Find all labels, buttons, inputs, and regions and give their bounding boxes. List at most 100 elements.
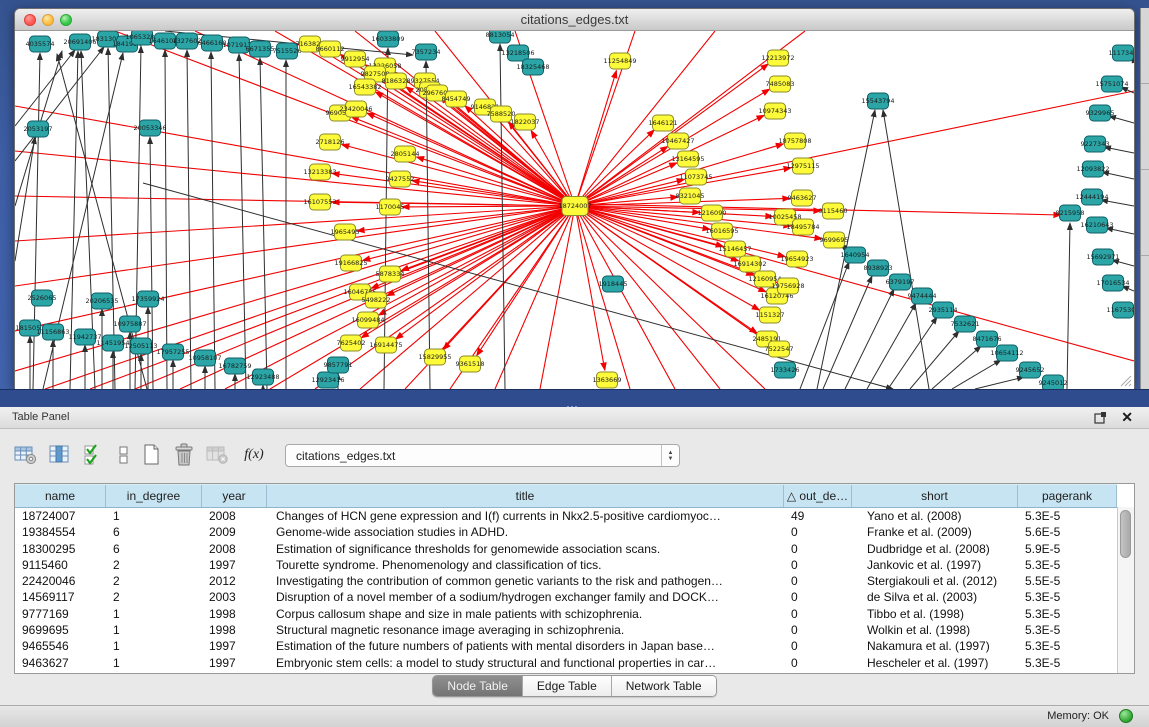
graph-node-label: 17957255 (156, 348, 189, 356)
import-table-button-disabled (204, 441, 232, 469)
graph-edge[interactable] (165, 50, 167, 389)
table-cell: 18300295 (15, 541, 106, 557)
network-svg[interactable]: 4035574206914061831305418419541065328716… (15, 31, 1134, 389)
graph-edge[interactable] (15, 137, 35, 261)
table-cell: 19384554 (15, 524, 106, 540)
table-cell: Estimation of the future numbers of pati… (267, 638, 784, 654)
tab-node-table[interactable]: Node Table (433, 676, 523, 696)
graph-edge[interactable] (867, 303, 916, 389)
table-cell: 18724007 (15, 508, 106, 524)
graph-edge[interactable] (932, 346, 981, 389)
table-row[interactable]: 911546021997Tourette syndrome. Phenomeno… (15, 557, 1117, 573)
select-column-button[interactable] (46, 441, 74, 469)
float-panel-icon[interactable] (1094, 411, 1107, 424)
column-header-4[interactable]: △ out_de… (784, 485, 852, 507)
function-builder-button[interactable]: f(x) (240, 441, 268, 469)
column-header-3[interactable]: title (267, 485, 784, 507)
graph-edge[interactable] (379, 206, 575, 315)
graph-node-label: 2805144 (391, 150, 420, 158)
table-cell: 5.5E-5 (1018, 573, 1117, 589)
graph-node-label: 7357234 (412, 48, 441, 56)
table-row[interactable]: 1938455462009Genome-wide association stu… (15, 524, 1117, 540)
graph-edge[interactable] (823, 276, 872, 389)
table-cell: 1997 (202, 557, 267, 573)
table-row[interactable]: 977716911998Corpus callosum shape and si… (15, 606, 1117, 622)
dropdown-stepper-icon: ▲▼ (661, 445, 679, 466)
table-row[interactable]: 1830029562008Estimation of significance … (15, 541, 1117, 557)
graph-edge[interactable] (33, 53, 40, 389)
table-panel-header: Table Panel ✕ (0, 407, 1149, 429)
graph-node-label: 8321045 (676, 192, 705, 200)
window-resize-grip[interactable] (1118, 373, 1132, 387)
table-cell: 0 (784, 589, 852, 605)
table-cell: Nakamura et al. (1997) (852, 638, 1018, 654)
network-canvas[interactable]: 4035574206914061831305418419541065328716… (15, 31, 1134, 389)
table-cell: 9777169 (15, 606, 106, 622)
graph-edge[interactable] (239, 54, 246, 389)
tab-network-table[interactable]: Network Table (612, 676, 716, 696)
scrollbar-thumb[interactable] (1120, 510, 1131, 558)
graph-node-label: 1216090 (698, 209, 727, 217)
graph-edge[interactable] (575, 206, 785, 257)
graph-edge[interactable] (225, 206, 575, 389)
graph-edge[interactable] (270, 206, 575, 389)
table-header-row[interactable]: namein_degreeyeartitle△ out_de…shortpage… (15, 484, 1117, 508)
table-cell: 6 (106, 524, 202, 540)
network-window[interactable]: citations_edges.txt 40355742069140618313… (14, 8, 1135, 389)
graph-edge[interactable] (883, 110, 929, 389)
close-window-button[interactable] (24, 14, 36, 26)
graph-edge[interactable] (845, 289, 894, 389)
graph-node-label: 1170045 (376, 203, 405, 211)
column-header-1[interactable]: in_degree (106, 485, 202, 507)
table-select-dropdown[interactable]: citations_edges.txt ▲▼ (285, 444, 680, 467)
graph-edge[interactable] (15, 106, 575, 206)
column-header-0[interactable]: name (15, 485, 106, 507)
zoom-window-button[interactable] (60, 14, 72, 26)
graph-edge[interactable] (211, 52, 215, 389)
table-row[interactable]: 969969511998Structural magnetic resonanc… (15, 622, 1117, 638)
column-header-6[interactable]: pagerank (1018, 485, 1117, 507)
minimize-window-button[interactable] (42, 14, 54, 26)
graph-edge[interactable] (260, 58, 267, 389)
graph-edge[interactable] (910, 331, 959, 389)
graph-node-label: 7588520 (487, 110, 516, 118)
graph-edge[interactable] (1067, 223, 1070, 389)
clear-selection-button[interactable] (110, 441, 138, 469)
graph-node-label: 11073745 (679, 173, 712, 181)
graph-edge[interactable] (385, 80, 575, 206)
column-header-2[interactable]: year (202, 485, 267, 507)
resize-grip-icon (1118, 373, 1132, 387)
tab-edge-table[interactable]: Edge Table (523, 676, 612, 696)
column-header-5[interactable]: short (852, 485, 1018, 507)
graph-edge[interactable] (45, 206, 575, 389)
graph-edge[interactable] (888, 317, 937, 389)
table-row[interactable]: 1456911722003Disruption of a novel membe… (15, 589, 1117, 605)
graph-edge[interactable] (443, 206, 575, 350)
graph-edge[interactable] (426, 61, 430, 389)
graph-edge[interactable] (575, 206, 769, 343)
network-window-titlebar[interactable]: citations_edges.txt (15, 9, 1134, 31)
graph-edge[interactable] (975, 377, 1024, 389)
app-root: citations_edges.txt 40355742069140618313… (0, 0, 1149, 727)
node-table: namein_degreeyeartitle△ out_de…shortpage… (14, 483, 1135, 674)
delete-table-button[interactable] (170, 441, 198, 469)
table-vertical-scrollbar[interactable] (1117, 507, 1134, 673)
table-row[interactable]: 1872400712008Changes of HCN gene express… (15, 508, 1117, 524)
select-all-button[interactable] (80, 441, 108, 469)
network-window-title: citations_edges.txt (15, 9, 1134, 30)
table-cell: Tourette syndrome. Phenomenology and cla… (267, 557, 784, 573)
table-row[interactable]: 946362711997Embryonic stem cells: a mode… (15, 655, 1117, 671)
graph-edge[interactable] (575, 91, 1134, 206)
table-cell: 5.3E-5 (1018, 638, 1117, 654)
new-table-button[interactable] (138, 441, 166, 469)
close-panel-icon[interactable]: ✕ (1121, 409, 1133, 426)
table-settings-button[interactable] (12, 441, 40, 469)
table-row[interactable]: 2242004622012Investigating the contribut… (15, 573, 1117, 589)
graph-edge[interactable] (575, 206, 675, 389)
table-cell: 2003 (202, 589, 267, 605)
splitter-handle[interactable] (566, 395, 580, 401)
table-cell: 1997 (202, 638, 267, 654)
graph-edge[interactable] (575, 206, 630, 389)
graph-edge[interactable] (187, 50, 191, 389)
table-row[interactable]: 946554611997Estimation of the future num… (15, 638, 1117, 654)
